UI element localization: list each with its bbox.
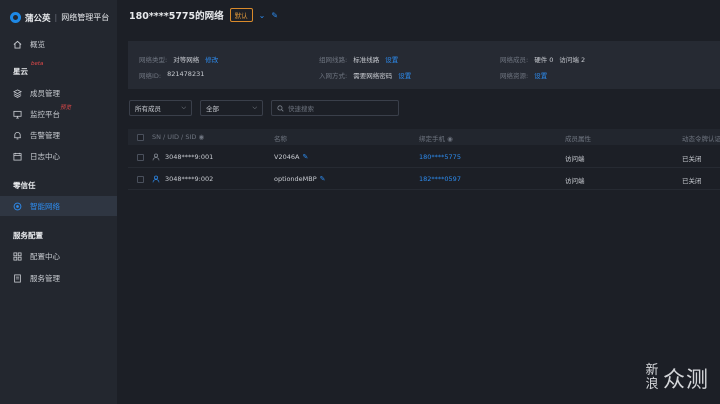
sidebar-item-smart-network[interactable]: 智能网络 <box>0 196 117 216</box>
sidebar-item-member-management[interactable]: 成员管理 <box>0 83 117 103</box>
edit-icon[interactable]: ✎ <box>271 11 278 20</box>
section-xingyun: 星云 <box>13 67 28 76</box>
brand-name: 蒲公英 <box>25 13 51 24</box>
row-checkbox[interactable] <box>137 154 144 161</box>
resource-settings-link[interactable]: 设置 <box>534 70 547 80</box>
col-dynamic-token: 动态令牌认证 <box>682 135 720 143</box>
sidebar-item-log-center[interactable]: 日志中心 <box>0 146 117 166</box>
col-sn: SN / UID / SID ◉ <box>152 133 205 141</box>
brand[interactable]: 蒲公英 | 网络管理平台 <box>10 11 109 24</box>
col-phone: 绑定手机 ◉ <box>419 135 453 143</box>
sidebar-item-label: 监控平台 <box>30 109 60 119</box>
grid-icon <box>13 251 22 261</box>
chevron-down-icon: ⌵ <box>181 104 186 111</box>
bell-icon <box>13 131 22 140</box>
sidebar-item-alert[interactable]: 告警管理 <box>0 125 117 145</box>
line-info: 组网线路: 标准线路 设置 <box>319 54 399 64</box>
row-phone[interactable]: 182****0597 <box>419 175 461 183</box>
row-dynamic-token: 已关闭 <box>682 155 702 163</box>
sidebar-item-label: 智能网络 <box>30 201 60 211</box>
member-filter-select[interactable]: 所有成员 ⌵ <box>129 100 192 116</box>
watermark-small-top: 新 <box>645 363 659 378</box>
brand-subtitle: 网络管理平台 <box>61 13 110 22</box>
home-icon <box>13 40 22 49</box>
sidebar-item-monitor[interactable]: 监控平台 <box>0 104 117 124</box>
beta-tag: beta <box>31 61 44 67</box>
row-name: V2046A ✎ <box>274 153 309 161</box>
chevron-down-icon[interactable]: ⌄ <box>259 11 266 20</box>
section-service-config: 服务配置 <box>13 231 43 240</box>
eye-icon: ◉ <box>198 133 205 141</box>
net-id-info: 网络ID: 821478231 <box>139 70 205 80</box>
search-input[interactable]: 快速搜索 <box>271 100 399 116</box>
sidebar: 蒲公英 | 网络管理平台 概览 星云 beta 成员管理 监控平台 预览 告警管… <box>0 0 117 404</box>
member-info: 网络成员: 硬件 0 访问端 2 <box>500 56 586 64</box>
topbar: 180****5775的网络 默认 ⌄ ✎ <box>117 0 720 30</box>
watermark-big: 众测 <box>662 368 709 393</box>
sidebar-item-label: 服务管理 <box>30 273 60 283</box>
search-icon <box>277 104 284 112</box>
watermark-small-bottom: 浪 <box>645 377 659 392</box>
table-row[interactable]: 3048****9:001 V2046A ✎ 180****5775 访问端 已关… <box>128 146 720 168</box>
user-icon <box>152 175 160 183</box>
join-method-info: 入网方式: 需要网络密码 设置 <box>319 70 412 80</box>
sidebar-item-label: 配置中心 <box>30 251 60 261</box>
row-attr: 访问端 <box>565 155 585 163</box>
calendar-icon <box>13 152 22 161</box>
network-info-panel: 网络类型: 对等网络 修改 组网线路: 标准线路 设置 网络成员: 硬件 0 访… <box>128 41 720 89</box>
row-checkbox[interactable] <box>137 176 144 183</box>
preview-tag: 预览 <box>60 105 72 111</box>
net-type-info: 网络类型: 对等网络 修改 <box>139 54 219 64</box>
sidebar-item-service-management[interactable]: 服务管理 <box>0 268 117 288</box>
eye-icon: ◉ <box>447 135 453 143</box>
status-filter-select[interactable]: 全部 ⌵ <box>200 100 263 116</box>
default-badge: 默认 <box>229 8 253 22</box>
table-header: SN / UID / SID ◉ 名称 绑定手机 ◉ 成员属性 动态令牌认证 <box>128 129 720 145</box>
sidebar-item-overview[interactable]: 概览 <box>0 34 117 54</box>
join-settings-link[interactable]: 设置 <box>398 70 411 80</box>
layers-icon <box>13 88 22 98</box>
resource-info: 网络资源: 设置 <box>500 70 548 80</box>
table-row[interactable]: 3048****9:002 optiondeMBP ✎ 182****0597 访… <box>128 168 720 190</box>
watermark: 新 浪 众测 <box>645 362 709 394</box>
monitor-icon <box>13 110 22 119</box>
col-name: 名称 <box>274 135 287 143</box>
section-zero-trust: 零信任 <box>13 181 36 190</box>
sidebar-item-label: 概览 <box>30 39 45 49</box>
line-settings-link[interactable]: 设置 <box>385 54 398 64</box>
row-name: optiondeMBP ✎ <box>274 175 326 183</box>
sidebar-item-label: 成员管理 <box>30 88 60 98</box>
row-dynamic-token: 已关闭 <box>682 177 702 185</box>
user-icon <box>152 153 160 161</box>
row-sn: 3048****9:002 <box>165 175 214 183</box>
document-icon <box>13 273 22 283</box>
search-placeholder: 快速搜索 <box>288 105 314 113</box>
network-title: 180****5775的网络 <box>129 11 224 22</box>
select-all-checkbox[interactable] <box>137 134 144 141</box>
logo-icon <box>10 12 21 23</box>
sidebar-item-config-center[interactable]: 配置中心 <box>0 246 117 266</box>
edit-icon[interactable]: ✎ <box>302 153 308 161</box>
brand-separator: | <box>54 13 58 22</box>
sidebar-item-label: 告警管理 <box>30 130 60 140</box>
sidebar-item-label: 日志中心 <box>30 151 60 161</box>
row-attr: 访问端 <box>565 177 585 185</box>
modify-net-type-link[interactable]: 修改 <box>205 54 218 64</box>
globe-icon <box>13 202 22 211</box>
row-phone[interactable]: 180****5775 <box>419 153 461 161</box>
chevron-down-icon: ⌵ <box>252 104 257 111</box>
edit-icon[interactable]: ✎ <box>320 175 326 183</box>
col-attr: 成员属性 <box>565 135 591 143</box>
row-sn: 3048****9:001 <box>165 153 214 161</box>
